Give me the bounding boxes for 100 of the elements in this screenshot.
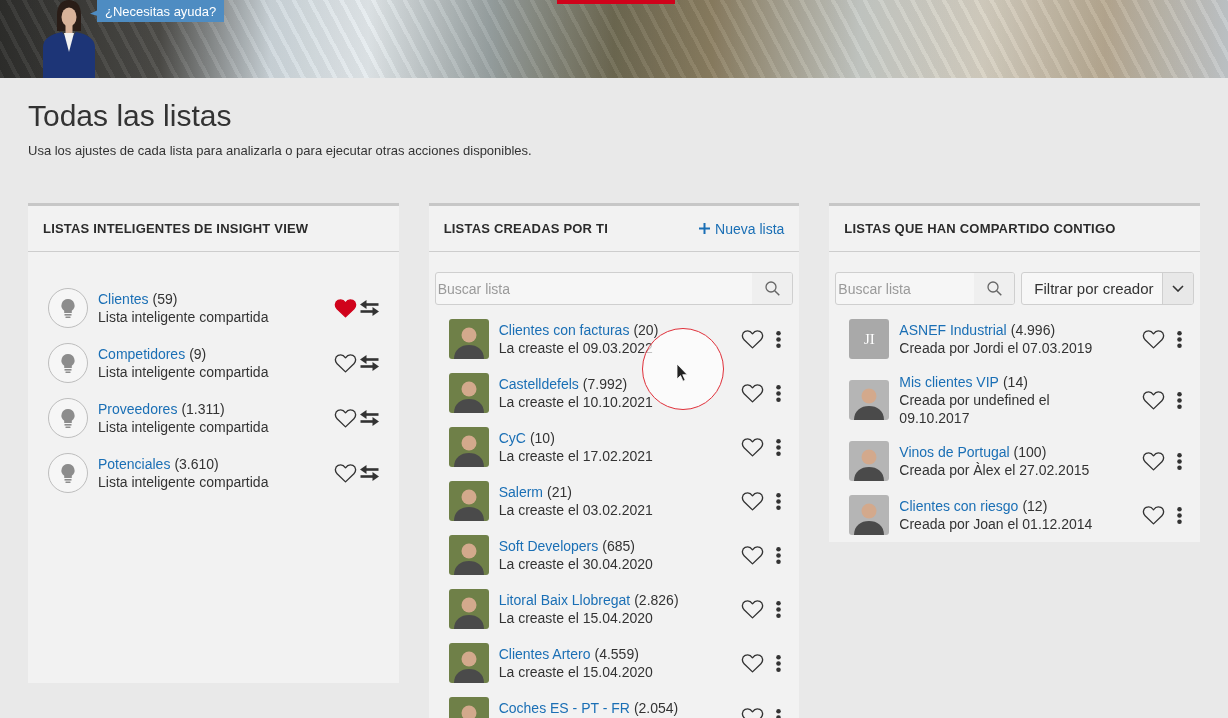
- list-subtitle: Creada por Joan el 01.12.2014: [899, 515, 1093, 533]
- list-link[interactable]: Potenciales: [98, 454, 171, 473]
- list-link[interactable]: Clientes con riesgo: [899, 497, 1019, 515]
- heart-icon[interactable]: [333, 352, 357, 373]
- list-count: (12): [1022, 497, 1048, 515]
- page-title: Todas las listas: [28, 98, 232, 134]
- heart-icon[interactable]: [1142, 329, 1165, 349]
- swap-arrows-icon[interactable]: [359, 464, 379, 481]
- filter-dropdown[interactable]: Filtrar por creador: [1021, 272, 1194, 305]
- more-options-icon[interactable]: [776, 438, 782, 456]
- more-options-icon[interactable]: [1177, 506, 1182, 524]
- avatar-icon: [448, 319, 489, 359]
- list-link[interactable]: Mis clientes VIP: [899, 373, 999, 391]
- list-count: (9): [189, 344, 207, 363]
- list-link[interactable]: Salerm: [498, 483, 544, 501]
- heart-icon[interactable]: [741, 653, 765, 673]
- chevron-down-icon: [1172, 285, 1184, 292]
- heart-icon[interactable]: [741, 329, 765, 349]
- new-list-link[interactable]: Nueva lista: [699, 220, 785, 237]
- search-button[interactable]: [974, 273, 1015, 304]
- list-count: (20): [633, 321, 659, 339]
- list-count: (4.559): [594, 645, 639, 663]
- list-count: (14): [1002, 373, 1028, 391]
- swap-arrows-icon[interactable]: [359, 354, 379, 371]
- list-subtitle: Creada por Àlex el 27.02.2015: [899, 461, 1090, 479]
- avatar-icon: [849, 441, 890, 481]
- list-link[interactable]: Clientes Artero: [498, 645, 591, 663]
- more-options-icon[interactable]: [1177, 330, 1182, 348]
- avatar-icon: [448, 535, 489, 575]
- lightbulb-icon: [48, 397, 88, 438]
- search-button[interactable]: [752, 273, 793, 304]
- list-count: (4.996): [1010, 321, 1056, 339]
- avatar-icon: [849, 495, 890, 535]
- list-subtitle: Lista inteligente compartida: [98, 472, 269, 491]
- list-subtitle: Lista inteligente compartida: [98, 362, 269, 381]
- avatar-icon: [448, 589, 489, 629]
- search-icon: [986, 281, 1002, 296]
- list-link[interactable]: Castelldefels: [498, 375, 579, 393]
- list-subtitle: La creaste el 17.02.2021: [498, 447, 653, 465]
- more-options-icon[interactable]: [776, 384, 782, 402]
- avatar-icon: [448, 427, 489, 467]
- list-count: (21): [547, 483, 572, 501]
- cursor-icon: [676, 363, 688, 382]
- list-count: (100): [1013, 443, 1047, 461]
- list-link[interactable]: Proveedores: [98, 399, 178, 418]
- lightbulb-icon: [48, 287, 88, 328]
- list-link[interactable]: Clientes con facturas: [498, 321, 630, 339]
- avatar-icon: [448, 643, 489, 683]
- list-count: (2.826): [634, 591, 679, 609]
- list-count: (3.610): [174, 454, 219, 473]
- heart-icon[interactable]: [1142, 390, 1165, 410]
- page-description: Usa los ajustes de cada lista para analizarla o para ejecutar otras acciones disponibles.: [28, 142, 532, 160]
- list-subtitle: Lista inteligente compartida: [98, 417, 269, 436]
- plus-icon: [699, 223, 711, 234]
- list-link[interactable]: Vinos de Portugal: [899, 443, 1010, 461]
- swap-arrows-icon[interactable]: [359, 409, 379, 426]
- heart-icon[interactable]: [741, 545, 765, 565]
- more-options-icon[interactable]: [776, 546, 782, 564]
- avatar-icon: [448, 481, 489, 521]
- more-options-icon[interactable]: [1177, 391, 1182, 409]
- list-subtitle: La creaste el 03.02.2021: [498, 501, 653, 519]
- list-subtitle: La creaste el 15.04.2020: [498, 609, 653, 627]
- heart-icon[interactable]: [741, 437, 765, 457]
- heart-icon[interactable]: [741, 491, 765, 511]
- list-subtitle: Creada por Jordi el 07.03.2019: [899, 339, 1093, 357]
- avatar-initials: JI: [849, 319, 890, 359]
- more-options-icon[interactable]: [776, 600, 782, 618]
- lightbulb-icon: [48, 452, 88, 493]
- list-link[interactable]: CyC: [498, 429, 526, 447]
- list-subtitle: La creaste el 10.10.2021: [498, 393, 653, 411]
- heart-icon[interactable]: [1142, 505, 1165, 525]
- more-options-icon[interactable]: [1177, 452, 1182, 470]
- list-subtitle: Lista inteligente compartida: [98, 307, 269, 326]
- heart-icon[interactable]: [741, 599, 765, 619]
- list-count: (685): [602, 537, 635, 555]
- list-link[interactable]: ASNEF Industrial: [899, 321, 1007, 339]
- lightbulb-icon: [48, 342, 88, 383]
- more-options-icon[interactable]: [776, 708, 782, 718]
- heart-icon[interactable]: [1142, 451, 1165, 471]
- list-subtitle: La creaste el 15.04.2020: [498, 663, 653, 681]
- panel-title: LISTAS INTELIGENTES DE INSIGHT VIEW: [43, 221, 309, 236]
- more-options-icon[interactable]: [776, 654, 782, 672]
- list-link[interactable]: Clientes: [98, 289, 149, 308]
- heart-icon[interactable]: [741, 383, 765, 403]
- swap-arrows-icon[interactable]: [359, 299, 379, 316]
- panel-title: LISTAS CREADAS POR TI: [443, 221, 608, 236]
- list-link[interactable]: Competidores: [98, 344, 186, 363]
- heart-icon[interactable]: [333, 297, 357, 318]
- list-link[interactable]: Coches ES - PT - FR: [498, 699, 630, 717]
- list-count: (2.054): [633, 699, 679, 717]
- search-icon: [764, 281, 780, 296]
- help-button[interactable]: ¿Necesitas ayuda?: [90, 0, 225, 22]
- more-options-icon[interactable]: [776, 492, 782, 510]
- more-options-icon[interactable]: [776, 330, 782, 348]
- heart-icon[interactable]: [333, 462, 357, 483]
- list-link[interactable]: Soft Developers: [498, 537, 599, 555]
- search-field[interactable]: Buscar lista: [434, 272, 794, 305]
- heart-icon[interactable]: [333, 407, 357, 428]
- list-link[interactable]: Litoral Baix Llobregat: [498, 591, 631, 609]
- list-count: (59): [152, 289, 178, 308]
